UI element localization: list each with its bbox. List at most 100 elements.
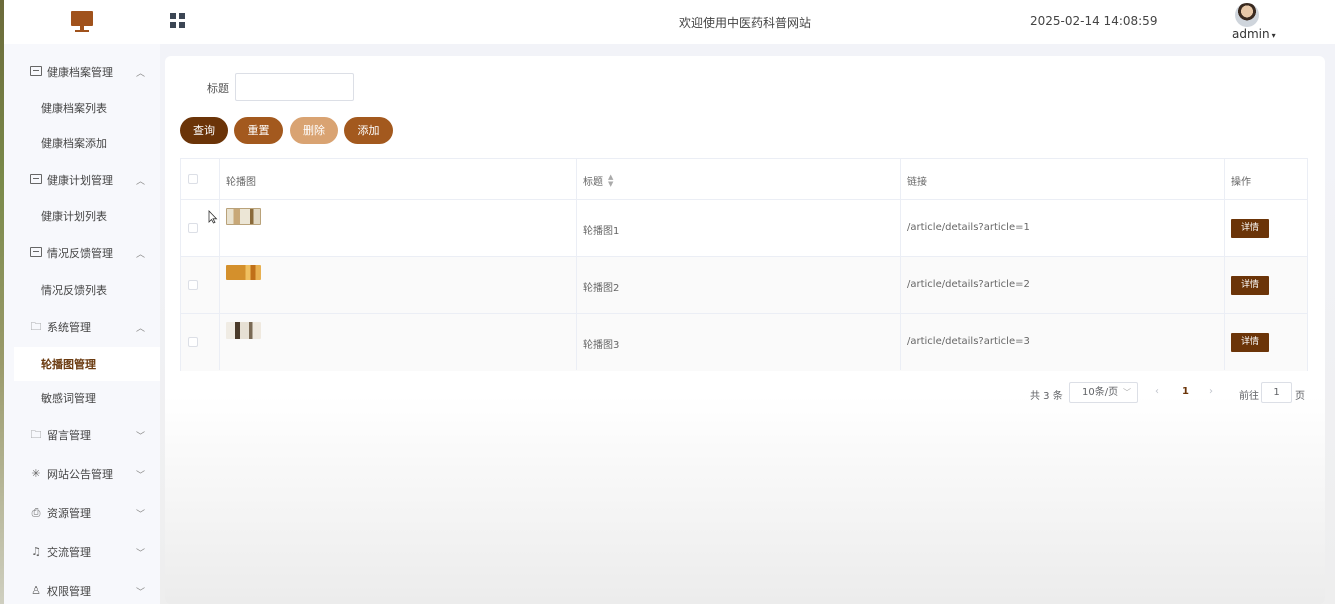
pagination-total: 共 3 条 [1030, 391, 1063, 402]
column-header-actions: 操作 [1231, 177, 1251, 188]
site-title: 欢迎使用中医药科普网站 [678, 16, 811, 30]
sidebar-group-label: 权限管理 [47, 585, 91, 598]
detail-button[interactable]: 详情 [1231, 333, 1269, 352]
sidebar-group-feedback[interactable]: 情况反馈管理 ︿ [4, 235, 160, 271]
sidebar-item-label: 敏感词管理 [41, 392, 96, 405]
detail-button[interactable]: 详情 [1231, 219, 1269, 238]
chevron-up-icon: ︿ [136, 176, 146, 187]
chevron-down-icon: ﹀ [136, 548, 146, 559]
carousel-thumbnail [226, 322, 261, 339]
sidebar-group-system[interactable]: 🗀 系统管理 ︿ [4, 309, 160, 345]
sidebar-group-communication[interactable]: ♫ 交流管理 ﹀ [4, 534, 160, 570]
query-button[interactable]: 查询 [180, 117, 228, 144]
table-row: 轮播图3 /article/details?article=3 详情 [181, 314, 1307, 371]
folder-icon: 🗀 [30, 320, 42, 333]
column-header-title[interactable]: 标题 ▲ ▼ [583, 173, 613, 188]
sidebar-group-health-records[interactable]: 健康档案管理 ︿ [4, 54, 160, 90]
menu-grid-icon[interactable] [170, 13, 185, 28]
sidebar-group-permissions[interactable]: ♙ 权限管理 ﹀ [4, 573, 160, 604]
sidebar-item-health-records-add[interactable]: 健康档案添加 [4, 126, 160, 160]
row-title: 轮播图2 [583, 283, 620, 294]
title-search-input[interactable] [235, 73, 354, 101]
goto-label: 前往 [1239, 391, 1259, 402]
sidebar-item-sensitive-words[interactable]: 敏感词管理 [4, 381, 160, 415]
document-icon [30, 174, 42, 186]
document-icon [30, 66, 42, 78]
sidebar-group-messages[interactable]: 🗀 留言管理 ﹀ [4, 417, 160, 453]
sort-icon[interactable]: ▲ ▼ [608, 173, 613, 188]
chevron-down-icon: ﹀ [136, 587, 146, 598]
sidebar-group-label: 留言管理 [47, 429, 91, 442]
mouse-cursor-icon [208, 210, 218, 224]
user-icon: ♙ [31, 584, 41, 597]
column-divider [219, 159, 220, 370]
chevron-down-icon: ﹀ [136, 470, 146, 481]
sidebar-group-label: 交流管理 [47, 546, 91, 559]
sidebar-group-label: 健康档案管理 [47, 66, 113, 79]
row-link: /article/details?article=1 [907, 222, 1030, 233]
sidebar-item-label: 健康计划列表 [41, 210, 107, 223]
user-menu[interactable]: admin ▾ [1232, 27, 1276, 41]
page-size-select[interactable]: 10条/页 ﹀ [1069, 382, 1138, 403]
detail-button[interactable]: 详情 [1231, 276, 1269, 295]
headset-icon: ♫ [31, 545, 41, 558]
next-page-icon[interactable]: › [1209, 386, 1213, 397]
sidebar-group-label: 情况反馈管理 [47, 247, 113, 260]
sidebar-group-label: 资源管理 [47, 507, 91, 520]
column-divider [576, 159, 577, 370]
sidebar-item-health-plans-list[interactable]: 健康计划列表 [4, 199, 160, 233]
row-link: /article/details?article=2 [907, 279, 1030, 290]
monitor-logo-icon [71, 11, 93, 33]
chevron-down-icon: ﹀ [136, 509, 146, 520]
sidebar-group-resources[interactable]: ⎙ 资源管理 ﹀ [4, 495, 160, 531]
user-avatar[interactable] [1235, 3, 1259, 27]
carousel-table: 轮播图 标题 ▲ ▼ 链接 操作 轮播图1 /article/details?art… [180, 158, 1308, 371]
chevron-up-icon: ︿ [136, 249, 146, 260]
carousel-thumbnail [226, 265, 261, 280]
table-row: 轮播图2 /article/details?article=2 详情 [181, 257, 1307, 314]
sidebar-group-health-plans[interactable]: 健康计划管理 ︿ [4, 162, 160, 198]
sidebar-group-announcements[interactable]: ✳ 网站公告管理 ﹀ [4, 456, 160, 492]
row-checkbox[interactable] [188, 280, 198, 290]
row-title: 轮播图3 [583, 340, 620, 351]
column-header-title-label: 标题 [583, 177, 603, 188]
table-header: 轮播图 标题 ▲ ▼ 链接 操作 [181, 159, 1307, 200]
column-divider [900, 159, 901, 370]
document-icon [30, 247, 42, 259]
current-datetime: 2025-02-14 14:08:59 [1030, 14, 1158, 28]
chevron-up-icon: ︿ [136, 323, 146, 334]
username: admin [1232, 27, 1270, 41]
sidebar-group-label: 网站公告管理 [47, 468, 113, 481]
sidebar-group-label: 系统管理 [47, 321, 91, 334]
page-size-value: 10条/页 [1082, 387, 1119, 398]
sidebar-item-label: 健康档案添加 [41, 137, 107, 150]
chevron-down-icon: ﹀ [136, 431, 146, 442]
row-checkbox[interactable] [188, 337, 198, 347]
add-button[interactable]: 添加 [344, 117, 393, 144]
sidebar-item-carousel[interactable]: 轮播图管理 [14, 347, 160, 381]
sidebar-item-label: 情况反馈列表 [41, 284, 107, 297]
caret-down-icon: ▾ [1271, 31, 1276, 40]
chevron-down-icon: ﹀ [1123, 388, 1131, 397]
table-row: 轮播图1 /article/details?article=1 详情 [181, 200, 1307, 257]
carousel-thumbnail [226, 208, 261, 225]
delete-button[interactable]: 删除 [290, 117, 338, 144]
current-page[interactable]: 1 [1182, 386, 1189, 397]
chevron-up-icon: ︿ [136, 68, 146, 79]
row-checkbox[interactable] [188, 223, 198, 233]
title-search-label: 标题 [207, 82, 229, 95]
column-header-image: 轮播图 [226, 177, 256, 188]
row-title: 轮播图1 [583, 226, 620, 237]
prev-page-icon[interactable]: ‹ [1155, 386, 1159, 397]
reset-button[interactable]: 重置 [234, 117, 283, 144]
goto-page-input[interactable] [1261, 382, 1292, 403]
column-header-link: 链接 [907, 177, 927, 188]
sidebar-group-label: 健康计划管理 [47, 174, 113, 187]
page-label: 页 [1295, 391, 1305, 402]
folder-icon: 🗀 [30, 428, 42, 441]
loading-icon: ✳ [31, 467, 41, 480]
sidebar-item-feedback-list[interactable]: 情况反馈列表 [4, 273, 160, 307]
sidebar-item-health-records-list[interactable]: 健康档案列表 [4, 91, 160, 125]
select-all-checkbox[interactable] [188, 174, 198, 184]
printer-icon: ⎙ [31, 506, 41, 519]
